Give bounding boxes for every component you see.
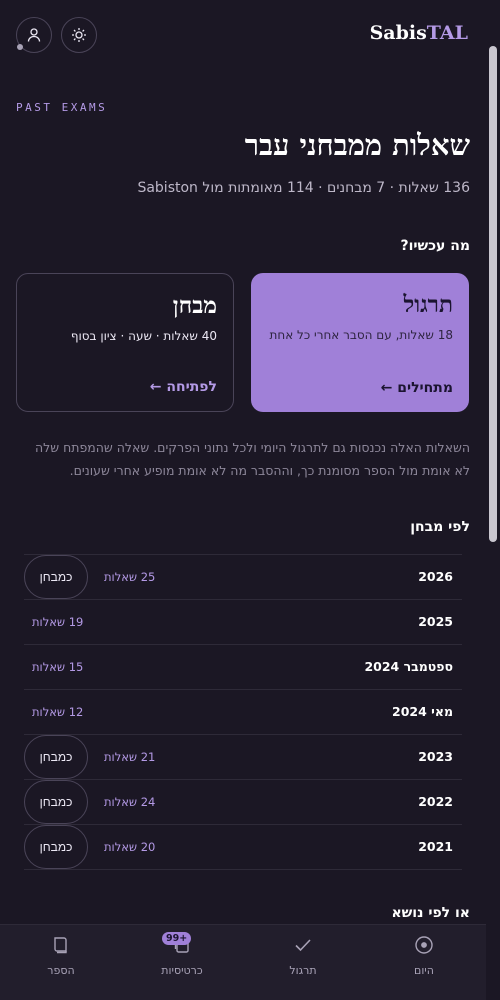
target-icon xyxy=(415,936,433,954)
nav-item-today[interactable]: היום xyxy=(374,925,474,1000)
take-as-exam-button[interactable]: כמבחן xyxy=(24,825,88,869)
exam-year: 2025 xyxy=(418,614,453,629)
take-as-exam-button[interactable]: כמבחן xyxy=(24,735,88,779)
practice-card[interactable]: תרגול 18 שאלות, עם הסבר אחרי כל אחת מתחי… xyxy=(251,273,469,412)
nav-item-cards[interactable]: 99+ כרטיסיות xyxy=(132,925,232,1000)
info-note: השאלות האלה נכנסות גם לתרגול היומי ולכל … xyxy=(34,440,470,478)
section-heading-by-exam: לפי מבחן xyxy=(410,519,470,535)
app-header: SabisTAL xyxy=(0,0,486,70)
page-subtitle: 136 שאלות · 7 מבחנים · 114 מאומתות מול S… xyxy=(137,180,470,196)
exam-list: 2026 25 שאלות כמבחן 2025 19 שאלות ספטמבר… xyxy=(24,554,462,870)
exam-question-count: 20 שאלות xyxy=(104,840,156,854)
status-dot xyxy=(17,44,23,50)
user-icon xyxy=(27,28,41,42)
book-icon xyxy=(54,937,67,954)
practice-start-link[interactable]: מתחילים ← xyxy=(381,380,453,396)
scrollbar-thumb[interactable] xyxy=(489,46,497,542)
page-title: שאלות ממבחני עבר xyxy=(244,128,470,162)
exam-question-count: 24 שאלות xyxy=(104,795,156,809)
exam-question-count: 19 שאלות xyxy=(32,615,84,629)
section-heading-by-topic: או לפי נושא xyxy=(391,905,470,921)
exam-row[interactable]: 2021 20 שאלות כמבחן xyxy=(24,825,462,870)
nav-label-practice: תרגול xyxy=(289,964,317,977)
eyebrow-label: PAST EXAMS xyxy=(16,101,108,114)
exam-year: ספטמבר 2024 xyxy=(364,659,453,674)
practice-card-title: תרגול xyxy=(403,291,453,318)
exam-question-count: 25 שאלות xyxy=(104,570,156,584)
check-icon xyxy=(295,939,311,952)
exam-year: 2023 xyxy=(418,749,453,764)
scrollbar-track[interactable] xyxy=(486,0,500,1000)
exam-question-count: 21 שאלות xyxy=(104,750,156,764)
exam-row[interactable]: 2025 19 שאלות xyxy=(24,600,462,645)
theme-toggle-button[interactable] xyxy=(61,17,97,53)
practice-card-description: 18 שאלות, עם הסבר אחרי כל אחת xyxy=(269,328,453,342)
exam-open-link[interactable]: לפתיחה ← xyxy=(150,379,217,395)
exam-row[interactable]: 2022 24 שאלות כמבחן xyxy=(24,780,462,825)
exam-year: 2026 xyxy=(418,569,453,584)
sun-icon xyxy=(72,28,86,42)
exam-row[interactable]: 2023 21 שאלות כמבחן xyxy=(24,735,462,780)
exam-year: מאי 2024 xyxy=(392,704,453,719)
section-heading-what-now: מה עכשיו? xyxy=(400,238,470,254)
nav-label-cards: כרטיסיות xyxy=(161,964,203,977)
exam-year: 2021 xyxy=(418,839,453,854)
nav-label-today: היום xyxy=(414,964,434,977)
exam-year: 2022 xyxy=(418,794,453,809)
exam-row[interactable]: 2026 25 שאלות כמבחן xyxy=(24,555,462,600)
bottom-nav: היום תרגול 99+ כרטיסיות הספר xyxy=(0,924,486,1000)
logo-accent-text: TAL xyxy=(426,22,468,44)
exam-card-description: 40 שאלות · שעה · ציון בסוף xyxy=(70,329,217,343)
cards-count-badge: 99+ xyxy=(162,932,192,945)
logo-text: Sabis xyxy=(369,22,427,44)
nav-label-book: הספר xyxy=(47,964,75,977)
exam-question-count: 12 שאלות xyxy=(32,705,84,719)
exam-card-title: מבחן xyxy=(172,292,217,319)
nav-item-practice[interactable]: תרגול xyxy=(253,925,353,1000)
exam-card[interactable]: מבחן 40 שאלות · שעה · ציון בסוף לפתיחה ← xyxy=(16,273,234,412)
take-as-exam-button[interactable]: כמבחן xyxy=(24,555,88,599)
take-as-exam-button[interactable]: כמבחן xyxy=(24,780,88,824)
app-logo[interactable]: SabisTAL xyxy=(370,22,468,44)
exam-row[interactable]: מאי 2024 12 שאלות xyxy=(24,690,462,735)
exam-row[interactable]: ספטמבר 2024 15 שאלות xyxy=(24,645,462,690)
exam-question-count: 15 שאלות xyxy=(32,660,84,674)
nav-item-book[interactable]: הספר xyxy=(11,925,111,1000)
